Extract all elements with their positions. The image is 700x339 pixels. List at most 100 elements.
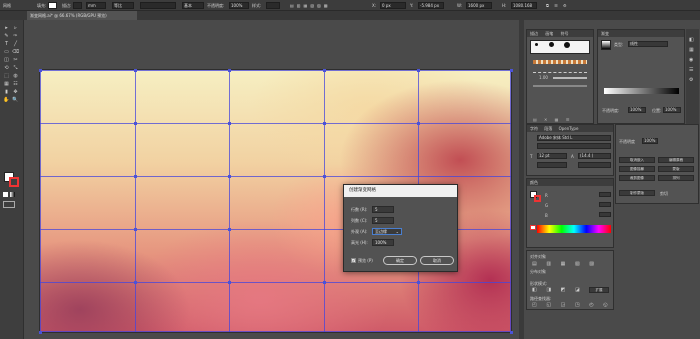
- brush-dot[interactable]: [549, 42, 554, 47]
- leading-field[interactable]: (14.4 ): [578, 153, 611, 159]
- y-field[interactable]: -5.984 px: [418, 2, 444, 9]
- font-size-field[interactable]: 12 pt: [537, 153, 567, 159]
- h-field[interactable]: 1080.168: [511, 2, 537, 9]
- edit-original-button[interactable]: 编辑原稿: [658, 157, 694, 163]
- color-spectrum[interactable]: [537, 225, 611, 233]
- tab-gradient[interactable]: 渐变: [601, 31, 609, 36]
- mesh-anchor-point[interactable]: [134, 281, 137, 284]
- fill-swatch[interactable]: [48, 2, 57, 9]
- style-dropdown[interactable]: 基本: [182, 2, 204, 9]
- gradient-type-select[interactable]: 线性: [628, 41, 668, 47]
- tab-color[interactable]: 颜色: [530, 180, 538, 185]
- mesh-anchor-point[interactable]: [323, 69, 326, 72]
- x-field[interactable]: 0 px: [380, 2, 406, 9]
- mesh-anchor-point[interactable]: [417, 122, 420, 125]
- mesh-anchor-point[interactable]: [228, 69, 231, 72]
- stroke-swatch[interactable]: [73, 2, 82, 9]
- mask-button[interactable]: 蒙版: [658, 166, 694, 172]
- mesh-anchor-point[interactable]: [134, 228, 137, 231]
- scale-tool-icon[interactable]: ⤡: [12, 65, 19, 71]
- screen-mode-icon[interactable]: [3, 201, 15, 208]
- mesh-anchor-point[interactable]: [323, 175, 326, 178]
- brush-stroke-line[interactable]: [553, 77, 587, 79]
- highlight-input[interactable]: 100%: [372, 239, 394, 246]
- mesh-anchor-point[interactable]: [134, 69, 137, 72]
- brush-definition-dropdown[interactable]: [140, 2, 176, 9]
- unembed-button[interactable]: 取消嵌入: [619, 157, 655, 163]
- tab-stroke[interactable]: 描边: [530, 31, 538, 36]
- panel-strip-icons[interactable]: ◧ ▦ ◉ ☰ ⚙: [689, 35, 694, 85]
- line-tool-icon[interactable]: ╱: [12, 41, 19, 47]
- stroke-weight-field[interactable]: mm: [86, 2, 106, 9]
- align-buttons-icons[interactable]: ▤ ▥ ▦ ▧ ▨: [532, 261, 598, 267]
- font-style-select[interactable]: [537, 143, 611, 149]
- eraser-tool-icon[interactable]: ⌫: [12, 49, 19, 55]
- vertical-scrollbar[interactable]: [519, 20, 524, 339]
- channel-r-field[interactable]: [599, 192, 611, 197]
- mesh-anchor-point[interactable]: [417, 69, 420, 72]
- mesh-anchor-point[interactable]: [417, 281, 420, 284]
- gradient-slider-bar[interactable]: [604, 88, 679, 94]
- scissors-tool-icon[interactable]: ✂: [12, 57, 19, 63]
- crop-image-button[interactable]: 裁剪图像: [619, 175, 655, 181]
- zoom-tool-icon[interactable]: 🔍: [12, 97, 19, 103]
- type-tool-icon[interactable]: T: [3, 41, 10, 47]
- channel-g-field[interactable]: [599, 202, 611, 207]
- tab-paragraph[interactable]: 段落: [544, 126, 552, 131]
- brush-stroke-line[interactable]: [533, 85, 587, 87]
- mesh-anchor-point[interactable]: [228, 281, 231, 284]
- opacity-field[interactable]: 100%: [229, 2, 249, 9]
- preview-checkbox[interactable]: ✓: [351, 258, 356, 263]
- gradient-opacity-field[interactable]: 100%: [628, 107, 646, 113]
- none-color-icon[interactable]: [530, 225, 536, 230]
- shape-mode-icons[interactable]: ◧ ◨ ◩ ◪: [532, 287, 584, 293]
- mesh-tool-icon[interactable]: ▦: [3, 81, 10, 87]
- w-field[interactable]: 1600 px: [466, 2, 492, 9]
- rows-input[interactable]: 5: [372, 206, 394, 213]
- artboard-tool-icon[interactable]: ✥: [12, 89, 19, 95]
- hand-tool-icon[interactable]: ✋: [3, 97, 10, 103]
- mesh-anchor-point[interactable]: [39, 69, 42, 72]
- make-mask-button[interactable]: 制作蒙版: [619, 190, 655, 196]
- rotate-tool-icon[interactable]: ⟲: [3, 65, 10, 71]
- pathfinder-icons[interactable]: ◰ ◱ ◲ ◳ ◴ ◵: [532, 302, 612, 308]
- stroke-color-swatch[interactable]: [9, 177, 19, 187]
- align-icons[interactable]: ▤▥▦▧▨▩: [290, 2, 350, 9]
- direct-selection-tool-icon[interactable]: ▹: [12, 25, 19, 31]
- transform-icons[interactable]: ⧉ ☰ ⚙: [546, 2, 569, 9]
- shape-builder-tool-icon[interactable]: ◍: [12, 73, 19, 79]
- brush-dropdown[interactable]: 等比: [112, 2, 134, 9]
- mesh-anchor-point[interactable]: [228, 228, 231, 231]
- appearance-select[interactable]: 至边缘 ⌄: [372, 228, 402, 235]
- brush-dot[interactable]: [564, 42, 570, 48]
- columns-input[interactable]: 5: [372, 217, 394, 224]
- gradient-tool-icon[interactable]: ☷: [12, 81, 19, 87]
- tab-symbols[interactable]: 符号: [561, 31, 569, 36]
- pen-tool-icon[interactable]: ✎: [3, 33, 10, 39]
- kerning-field[interactable]: [537, 162, 567, 168]
- rectangle-tool-icon[interactable]: ▭: [3, 49, 10, 55]
- tab-brushes[interactable]: 画笔: [545, 31, 553, 36]
- mesh-anchor-point[interactable]: [323, 122, 326, 125]
- gradient-mode-icon[interactable]: [10, 192, 15, 197]
- mesh-anchor-point[interactable]: [510, 331, 513, 334]
- brush-presets-grid[interactable]: [530, 40, 590, 54]
- art-brush-stroke[interactable]: [533, 70, 587, 73]
- shaper-tool-icon[interactable]: ◫: [3, 57, 10, 63]
- ok-button[interactable]: 确定: [383, 256, 417, 265]
- chart-tool-icon[interactable]: ▮: [3, 89, 10, 95]
- graphic-style-swatch[interactable]: [266, 2, 280, 9]
- cancel-button[interactable]: 取消: [420, 256, 454, 265]
- tracking-field[interactable]: [578, 162, 611, 168]
- tab-opentype[interactable]: OpenType: [559, 126, 579, 131]
- color-stroke-swatch[interactable]: [534, 195, 541, 202]
- mesh-anchor-point[interactable]: [39, 331, 42, 334]
- mesh-anchor-point[interactable]: [323, 281, 326, 284]
- gradient-location-field[interactable]: 100%: [663, 107, 681, 113]
- mesh-anchor-point[interactable]: [228, 175, 231, 178]
- selection-tool-icon[interactable]: ▸: [3, 25, 10, 31]
- arrange-button[interactable]: 排列: [658, 175, 694, 181]
- free-transform-tool-icon[interactable]: ⬚: [3, 73, 10, 79]
- default-colors-icon[interactable]: [3, 192, 8, 197]
- expand-button[interactable]: 扩展: [589, 287, 609, 293]
